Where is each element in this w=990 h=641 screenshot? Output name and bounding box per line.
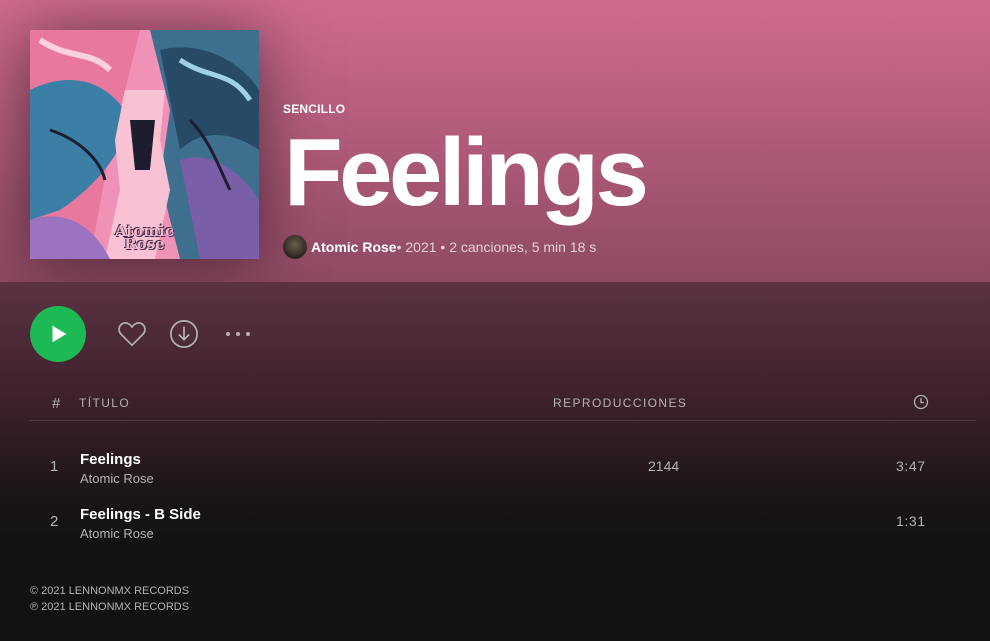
track-duration: 3:47 xyxy=(896,458,926,474)
copyright-block: © 2021 LENNONMX RECORDS ℗ 2021 LENNONMX … xyxy=(30,583,189,615)
like-button[interactable] xyxy=(117,320,147,348)
more-icon xyxy=(226,332,250,336)
track-title[interactable]: Feelings - B Side xyxy=(80,506,201,523)
album-type-label: SENCILLO xyxy=(283,102,346,116)
track-plays: 2144 xyxy=(648,458,680,474)
album-cover-logo: Atomic Rose xyxy=(30,224,259,253)
column-title: TÍTULO xyxy=(79,396,131,410)
play-icon xyxy=(52,325,67,343)
play-button[interactable] xyxy=(30,306,86,362)
action-bar xyxy=(30,306,251,362)
track-artist[interactable]: Atomic Rose xyxy=(80,526,154,541)
artist-link[interactable]: Atomic Rose xyxy=(311,239,397,255)
cover-logo-line2: Rose xyxy=(124,235,165,253)
copyright-line: © 2021 LENNONMX RECORDS xyxy=(30,585,190,597)
album-details: • 2021 • 2 canciones, 5 min 18 s xyxy=(396,239,597,255)
album-header: Atomic Rose SENCILLO Feelings Atomic Ros… xyxy=(0,0,990,282)
album-page: Atomic Rose SENCILLO Feelings Atomic Ros… xyxy=(0,0,990,641)
clock-icon xyxy=(913,394,929,410)
album-title: Feelings xyxy=(284,119,649,226)
track-row[interactable]: 1 Feelings Atomic Rose 2144 3:47 xyxy=(30,447,976,497)
track-number: 2 xyxy=(50,513,59,530)
heart-icon xyxy=(118,322,146,347)
phonogram-line: ℗ 2021 LENNONMX RECORDS xyxy=(30,601,190,613)
download-button[interactable] xyxy=(169,319,199,349)
album-cover: Atomic Rose xyxy=(30,30,259,259)
column-number: # xyxy=(52,395,61,412)
artist-avatar[interactable] xyxy=(283,235,307,259)
track-duration: 1:31 xyxy=(896,513,926,529)
column-plays: REPRODUCCIONES xyxy=(553,396,688,410)
column-duration xyxy=(913,394,929,413)
track-row[interactable]: 2 Feelings - B Side Atomic Rose 1:31 xyxy=(30,502,976,552)
track-title[interactable]: Feelings xyxy=(80,451,141,468)
download-icon xyxy=(170,320,198,348)
more-options-button[interactable] xyxy=(225,330,251,338)
album-meta: Atomic Rose • 2021 • 2 canciones, 5 min … xyxy=(283,235,596,259)
track-number: 1 xyxy=(50,458,59,475)
tracklist-header: # TÍTULO REPRODUCCIONES xyxy=(30,392,976,421)
track-artist[interactable]: Atomic Rose xyxy=(80,471,154,486)
